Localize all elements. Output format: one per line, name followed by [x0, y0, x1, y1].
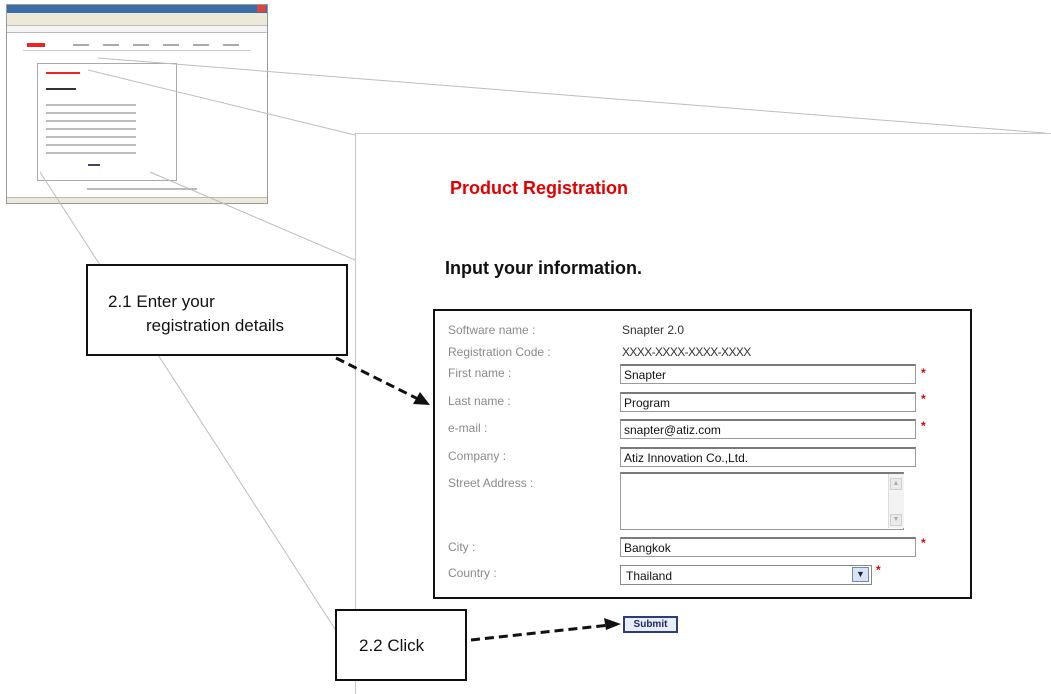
callout-arrows — [335, 356, 621, 642]
arrowhead-to-submit — [604, 618, 621, 630]
arrow-to-form — [335, 356, 421, 402]
arrow-to-submit — [470, 623, 611, 642]
